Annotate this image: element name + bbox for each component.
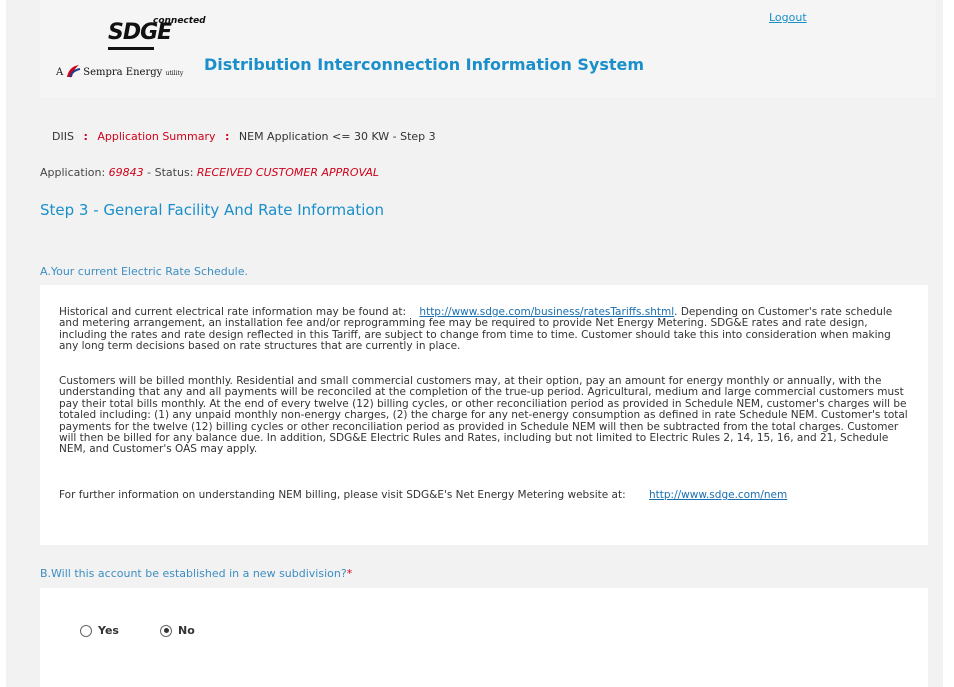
- sdge-logo: SDGE connected A Sempra Energy utility: [56, 14, 206, 84]
- radio-no[interactable]: [160, 624, 172, 637]
- logo-underline: [108, 47, 154, 50]
- step-title: Step 3 - General Facility And Rate Infor…: [40, 201, 385, 219]
- logo-parent-name: Sempra Energy: [83, 67, 163, 78]
- section-a-paragraph-3: For further information on understanding…: [59, 489, 911, 501]
- radio-yes-label: Yes: [98, 624, 119, 637]
- page: SDGE connected A Sempra Energy utility Di…: [0, 0, 954, 687]
- logo-parent: A Sempra Energy utility: [56, 64, 183, 78]
- application-id: 69843: [108, 166, 144, 179]
- logo-tagline: connected: [153, 16, 206, 26]
- rate-info-text: Historical and current electrical rate i…: [59, 306, 407, 318]
- breadcrumb: DIIS : Application Summary : NEM Applica…: [52, 130, 436, 143]
- subdivision-option-no[interactable]: No: [160, 624, 195, 637]
- logo-parent-prefix: A: [56, 67, 64, 78]
- section-a-label: A.Your current Electric Rate Schedule.: [40, 265, 249, 278]
- breadcrumb-current: NEM Application <= 30 KW - Step 3: [238, 130, 436, 143]
- sempra-flame-icon: [67, 65, 81, 78]
- section-a-paragraph-2: Customers will be billed monthly. Reside…: [59, 375, 908, 456]
- nem-info-text: For further information on understanding…: [59, 489, 626, 501]
- app-title: Distribution Interconnection Information…: [204, 55, 645, 74]
- breadcrumb-separator-icon: :: [83, 130, 88, 143]
- radio-yes[interactable]: [80, 624, 92, 637]
- section-b-panel: [40, 588, 928, 687]
- header: SDGE connected A Sempra Energy utility Di…: [40, 0, 936, 97]
- logo-parent-suffix: utility: [165, 70, 184, 77]
- application-status-line: Application: 69843 - Status: RECEIVED CU…: [40, 166, 379, 179]
- section-a-paragraph-1: Historical and current electrical rate i…: [59, 306, 911, 353]
- breadcrumb-application-summary[interactable]: Application Summary: [97, 130, 215, 143]
- application-status: RECEIVED CUSTOMER APPROVAL: [196, 166, 380, 179]
- logout-link[interactable]: Logout: [769, 11, 807, 24]
- rates-tariffs-link[interactable]: http://www.sdge.com/business/ratesTariff…: [419, 306, 674, 318]
- required-mark: *: [346, 567, 353, 580]
- application-label: Application:: [40, 166, 106, 179]
- status-label: - Status:: [147, 166, 194, 179]
- section-b-label: B.Will this account be established in a …: [40, 567, 352, 580]
- section-b-question: B.Will this account be established in a …: [40, 567, 347, 580]
- breadcrumb-separator-icon: :: [224, 130, 230, 143]
- breadcrumb-root[interactable]: DIIS: [52, 130, 74, 143]
- radio-no-label: No: [178, 624, 195, 637]
- subdivision-option-yes[interactable]: Yes: [80, 624, 119, 637]
- nem-website-link[interactable]: http://www.sdge.com/nem: [649, 489, 787, 501]
